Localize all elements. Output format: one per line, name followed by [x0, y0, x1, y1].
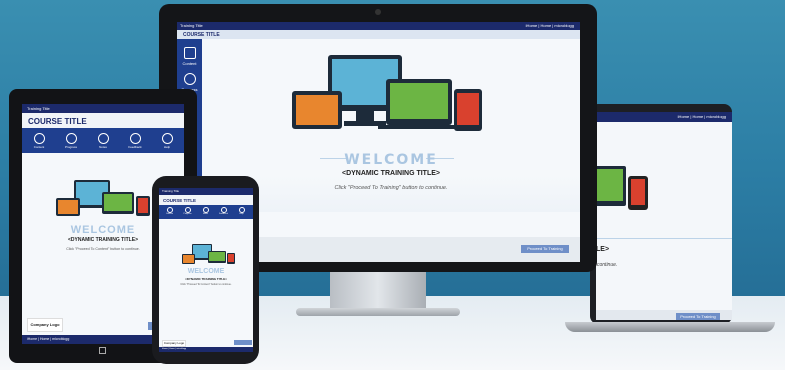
phone-nav-help[interactable]: Help: [234, 207, 249, 215]
nav-label: Progress: [183, 213, 192, 215]
nav-label: Progress: [64, 145, 77, 149]
laptop-base: [565, 322, 775, 332]
nav-label: Notes: [99, 145, 107, 149]
laptop-top-bar: iHome | Home | microblogg: [596, 112, 732, 122]
phone-footer[interactable]: iHome | Home | microblogg: [159, 347, 253, 352]
check-icon: [183, 73, 196, 85]
camera-icon: [375, 9, 381, 15]
proceed-to-training-button[interactable]: Proceed To Training: [521, 245, 569, 253]
monitor-top-links[interactable]: iHome | Home | microblogg: [526, 23, 574, 28]
tablet-nav-feedback[interactable]: Feedback: [122, 133, 148, 149]
phone-devices-illustration: [182, 244, 235, 264]
phone-nav-progress[interactable]: Progress: [180, 207, 195, 215]
help-icon: [161, 133, 173, 144]
monitor-welcome-heading: WELCOME: [344, 152, 438, 168]
laptop-divider: [596, 238, 732, 239]
laptop-instruction: continue.: [597, 262, 618, 268]
tablet-devices-illustration: [56, 180, 150, 216]
phone-top-bar: Training Title: [159, 188, 253, 195]
tablet-company-logo: Company Logo: [27, 318, 63, 332]
tablet-nav-notes[interactable]: Notes: [90, 133, 116, 149]
phone-nav-feedback[interactable]: Feedback: [216, 207, 231, 215]
tablet-nav-content[interactable]: Content: [26, 133, 52, 149]
tablet-nav-help[interactable]: Help: [154, 133, 180, 149]
tablet-footer-links[interactable]: iHome | Home | microblogg: [27, 337, 69, 341]
laptop-proceed-button[interactable]: Proceed To Training: [676, 313, 720, 320]
pencil-icon: [97, 133, 109, 144]
windows-home-icon[interactable]: [99, 347, 106, 354]
phone-nav-content[interactable]: Content: [162, 207, 177, 215]
phone-training-title: <DYNAMIC TRAINING TITLE>: [184, 277, 227, 281]
monitor-stand-neck: [330, 272, 426, 312]
phone-course-title: COURSE TITLE: [159, 195, 253, 205]
laptop-training-title: LE>: [596, 246, 610, 253]
check-icon: [65, 133, 77, 144]
monitor-devices-illustration: [292, 55, 482, 131]
nav-label: Content: [33, 145, 45, 149]
monitor-course-title: COURSE TITLE: [177, 30, 580, 39]
laptop-devices-illustration: [592, 166, 648, 210]
tablet-nav-progress[interactable]: Progress: [58, 133, 84, 149]
nav-label: Feedback: [219, 213, 228, 215]
phone-instruction: Click "Proceed To Content" button to con…: [180, 283, 232, 286]
phone-nav-notes[interactable]: Notes: [198, 207, 213, 215]
monitor-training-title: <DYNAMIC TRAINING TITLE>: [341, 170, 440, 177]
monitor-top-bar: Training Title iHome | Home | microblogg: [177, 22, 580, 30]
phone-nav-bar: Content Progress Notes Feedback Help: [159, 205, 253, 219]
chat-icon: [129, 133, 141, 144]
tablet-course-title: COURSE TITLE: [22, 113, 184, 128]
sidebar-item-content[interactable]: Content: [177, 47, 202, 66]
tablet-nav-bar: Content Progress Notes Feedback Help: [22, 128, 184, 153]
nav-label: Feedback: [128, 145, 142, 149]
monitor-stand-foot: [296, 308, 460, 316]
laptop-screen: [596, 112, 732, 320]
nav-label: Help: [239, 213, 244, 215]
phone-company-logo: Company Logo: [162, 340, 186, 347]
nav-label: Notes: [202, 213, 209, 215]
tablet-top-bar: Training Title: [22, 104, 184, 113]
nav-label: Content: [165, 213, 173, 215]
nav-label: Help: [163, 145, 171, 149]
phone-proceed-button[interactable]: [234, 340, 252, 345]
book-icon: [33, 133, 45, 144]
book-icon: [183, 47, 196, 59]
monitor-training-title-label: Training Title: [180, 23, 203, 28]
sidebar-item-label: Content: [182, 61, 197, 66]
phone-welcome-heading: WELCOME: [187, 268, 225, 275]
